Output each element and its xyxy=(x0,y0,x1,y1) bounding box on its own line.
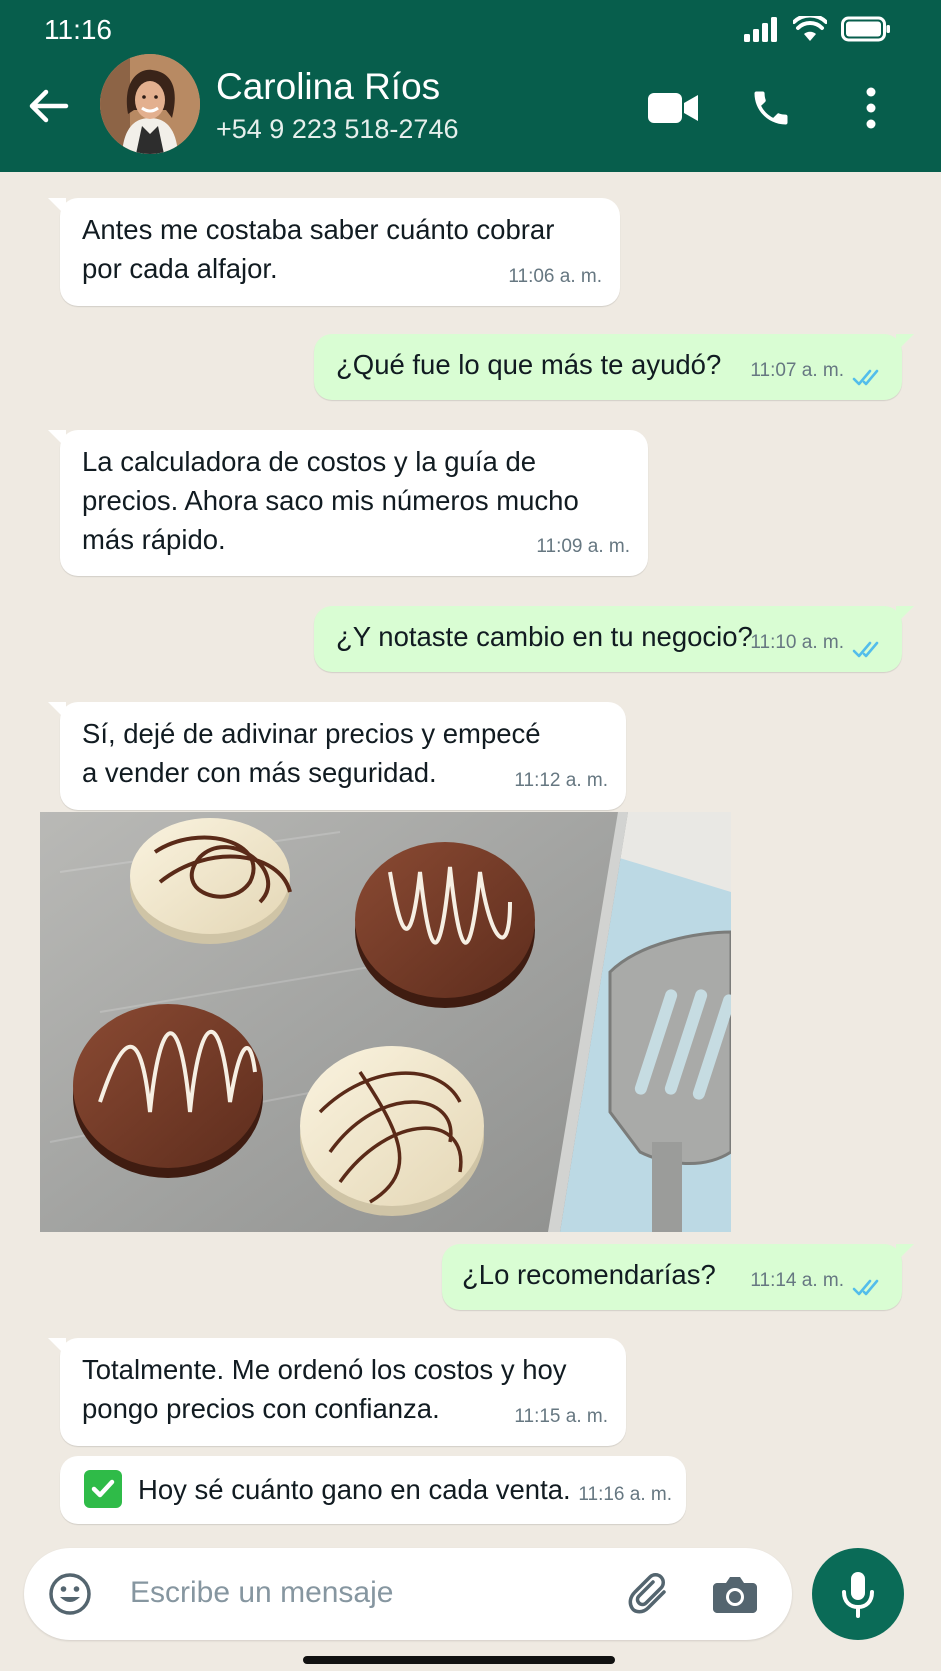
message-incoming[interactable]: Sí, dejé de adivinar precios y empecé a … xyxy=(48,702,626,810)
bubble-tail xyxy=(896,334,914,352)
bubble-tail xyxy=(896,606,914,624)
message-text: Sí, dejé de adivinar precios y empecé a … xyxy=(82,714,541,792)
message-line: ¿Y notaste cambio en tu negocio? xyxy=(336,621,753,652)
message-time: 11:07 a. m. xyxy=(750,360,844,381)
more-options-button[interactable] xyxy=(856,84,886,132)
camera-icon[interactable] xyxy=(712,1574,758,1614)
contact-phone: +54 9 223 518-2746 xyxy=(216,114,459,144)
message-time: 11:06 a. m. xyxy=(508,266,602,287)
message-line: Totalmente. Me ordenó los costos y hoy xyxy=(82,1354,567,1385)
bubble-tail xyxy=(48,198,66,216)
contact-name[interactable]: Carolina Ríos xyxy=(216,66,440,108)
message-incoming[interactable]: La calculadora de costos y la guía de pr… xyxy=(48,430,648,576)
message-text: La calculadora de costos y la guía de pr… xyxy=(82,442,579,559)
message-input-placeholder[interactable]: Escribe un mensaje xyxy=(130,1576,393,1610)
back-arrow-icon[interactable] xyxy=(26,84,70,128)
message-time: 11:15 a. m. xyxy=(514,1406,608,1427)
message-text: ¿Qué fue lo que más te ayudó? xyxy=(336,345,721,384)
bubble-tail xyxy=(48,702,66,720)
status-time: 11:16 xyxy=(44,14,112,45)
message-line: La calculadora de costos y la guía de xyxy=(82,446,537,477)
message-outgoing[interactable]: ¿Lo recomendarías? 11:14 a. m. xyxy=(442,1244,914,1310)
alfajores-photo xyxy=(40,812,731,1232)
emoji-icon[interactable] xyxy=(48,1572,92,1616)
chat-header: 11:16 Carolina Ríos +54 9 223 518-2746 xyxy=(0,0,941,172)
video-camera-icon xyxy=(648,93,698,123)
message-line: más rápido. xyxy=(82,524,226,555)
voice-message-button[interactable] xyxy=(812,1548,904,1640)
battery-icon xyxy=(841,16,890,42)
check-mark-button-icon xyxy=(84,1470,122,1508)
message-incoming[interactable]: Totalmente. Me ordenó los costos y hoy p… xyxy=(48,1338,626,1446)
message-line: ¿Qué fue lo que más te ayudó? xyxy=(336,349,722,380)
message-line: pongo precios con confianza. xyxy=(82,1393,440,1424)
message-text: ¿Lo recomendarías? xyxy=(462,1255,716,1294)
home-indicator xyxy=(303,1656,615,1664)
message-line: a vender con más seguridad. xyxy=(82,757,437,788)
status-icons xyxy=(743,14,891,44)
avatar[interactable] xyxy=(100,54,200,154)
message-incoming[interactable]: Antes me costaba saber cuánto cobrar por… xyxy=(48,198,620,306)
message-time: 11:09 a. m. xyxy=(536,536,630,557)
wifi-icon xyxy=(793,16,827,41)
message-time: 11:12 a. m. xyxy=(514,770,608,791)
voice-call-button[interactable] xyxy=(746,84,796,132)
message-time: 11:14 a. m. xyxy=(750,1270,844,1291)
microphone-icon xyxy=(842,1572,874,1618)
video-call-button[interactable] xyxy=(646,84,700,132)
bubble-tail xyxy=(48,430,66,448)
attach-paperclip-icon[interactable] xyxy=(628,1572,672,1616)
message-text: Totalmente. Me ordenó los costos y hoy p… xyxy=(82,1350,567,1428)
message-line: precios. Ahora saco mis números mucho xyxy=(82,485,579,516)
double-check-icon xyxy=(852,1279,879,1296)
photo-message[interactable] xyxy=(40,812,731,1232)
message-time: 11:16 a. m. xyxy=(578,1484,672,1505)
message-text: Hoy sé cuánto gano en cada venta. xyxy=(138,1470,571,1509)
message-line: Hoy sé cuánto gano en cada venta. xyxy=(138,1474,571,1505)
message-text: ¿Y notaste cambio en tu negocio? xyxy=(336,617,753,656)
message-line: ¿Lo recomendarías? xyxy=(462,1259,716,1290)
message-text: Antes me costaba saber cuánto cobrar por… xyxy=(82,210,554,288)
bubble-tail xyxy=(48,1338,66,1356)
signal-icon xyxy=(744,17,777,42)
message-line: por cada alfajor. xyxy=(82,253,278,284)
message-line: Sí, dejé de adivinar precios y empecé xyxy=(82,718,541,749)
double-check-icon xyxy=(852,641,879,658)
message-composer[interactable]: Escribe un mensaje xyxy=(24,1548,792,1640)
message-line: Antes me costaba saber cuánto cobrar xyxy=(82,214,555,245)
double-check-icon xyxy=(852,369,879,386)
message-incoming[interactable]: Hoy sé cuánto gano en cada venta. 11:16 … xyxy=(60,1456,686,1524)
bubble-tail xyxy=(896,1244,914,1262)
message-outgoing[interactable]: ¿Y notaste cambio en tu negocio? 11:10 a… xyxy=(314,606,914,672)
phone-icon xyxy=(754,91,788,125)
message-outgoing[interactable]: ¿Qué fue lo que más te ayudó? 11:07 a. m… xyxy=(314,334,914,400)
message-list[interactable]: Antes me costaba saber cuánto cobrar por… xyxy=(0,172,941,1542)
message-time: 11:10 a. m. xyxy=(750,632,844,653)
more-vertical-icon xyxy=(866,87,876,129)
